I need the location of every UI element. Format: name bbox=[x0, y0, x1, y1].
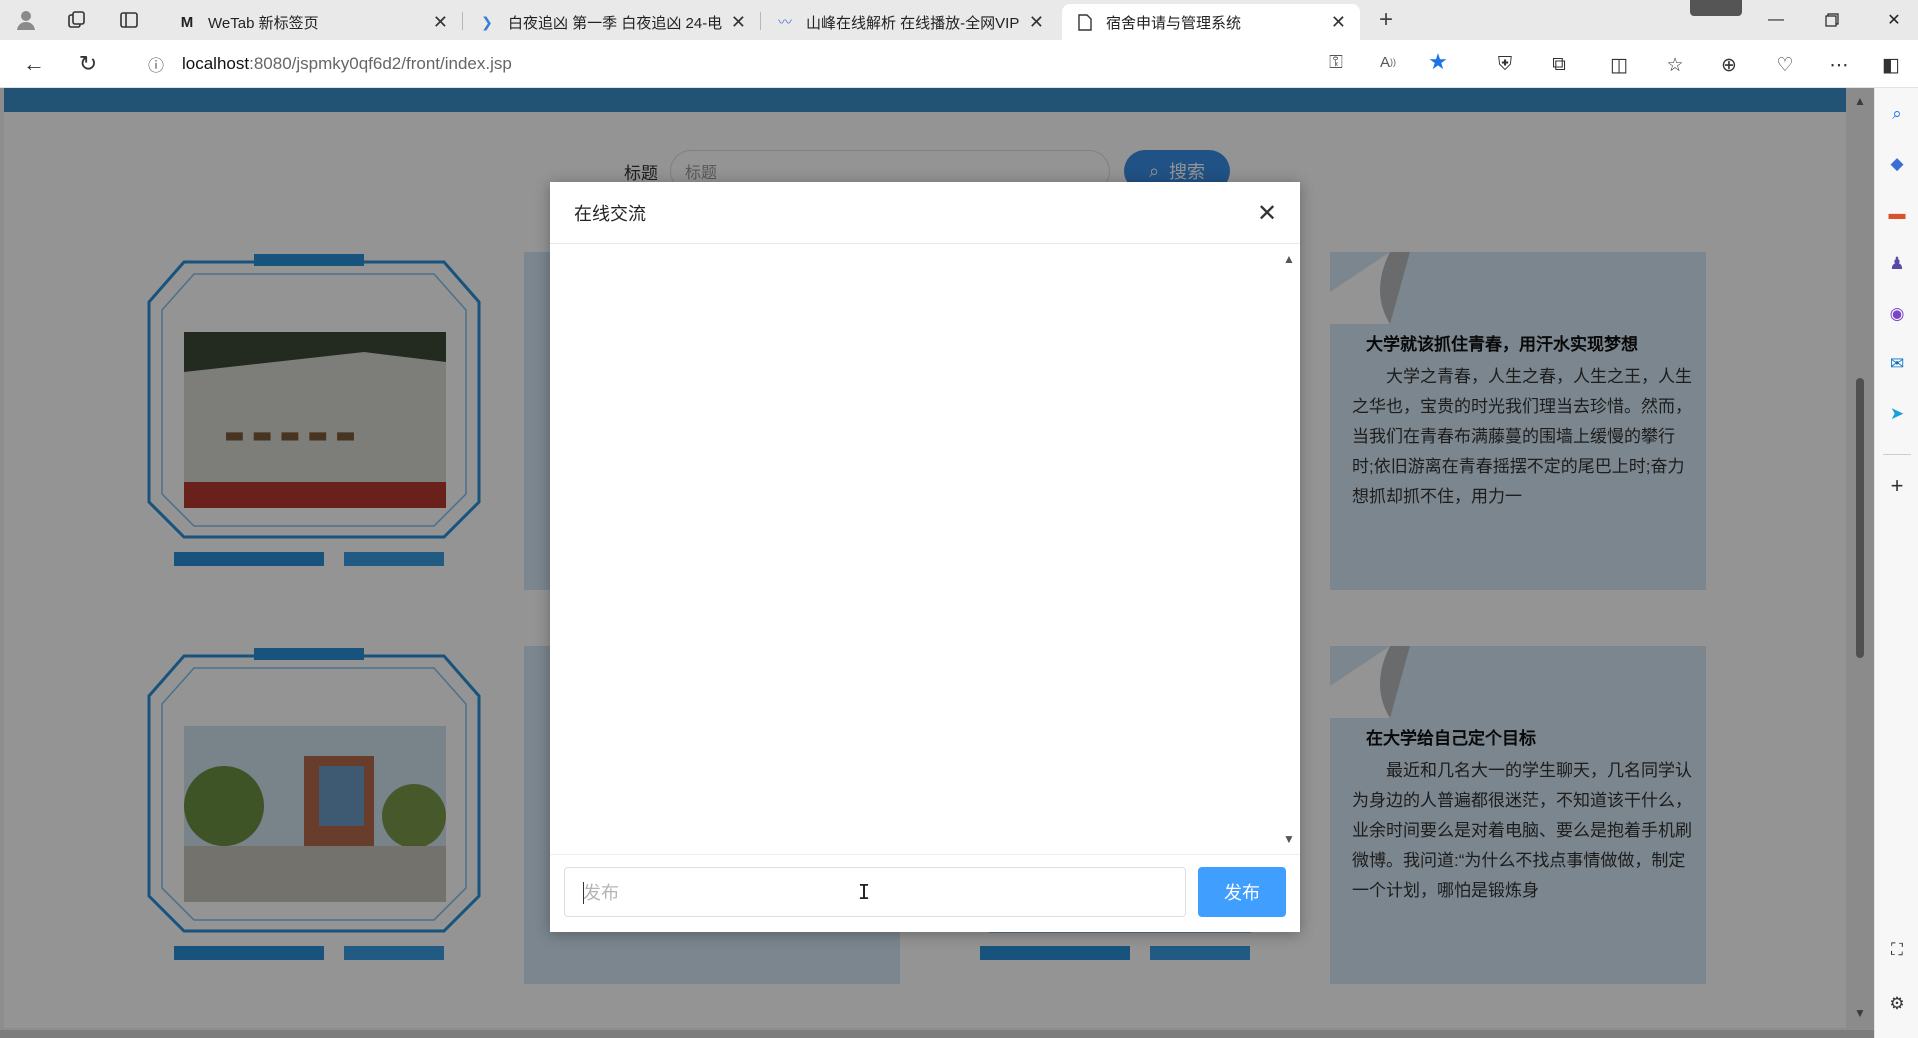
tab-actions-icon[interactable] bbox=[115, 6, 143, 34]
browser-essentials-icon[interactable]: ♡ bbox=[1770, 50, 1800, 80]
close-tab-icon[interactable]: ✕ bbox=[1331, 12, 1346, 33]
close-tab-icon[interactable]: ✕ bbox=[731, 12, 746, 33]
read-aloud-icon[interactable]: A)) bbox=[1374, 48, 1402, 76]
settings-gear-icon[interactable]: ⚙ bbox=[1883, 990, 1911, 1018]
tab-dorm-system[interactable]: 宿舍申请与管理系统 ✕ bbox=[1062, 4, 1360, 40]
info-icon[interactable]: ⓘ bbox=[148, 52, 172, 76]
add-sidebar-app-icon[interactable]: + bbox=[1883, 472, 1911, 500]
url-field[interactable]: ⓘ localhost:8080/jspmky0qf6d2/front/inde… bbox=[126, 46, 1456, 82]
page-icon bbox=[1076, 13, 1094, 31]
wetab-icon: M bbox=[180, 13, 194, 31]
shopping-tag-icon[interactable]: ◆ bbox=[1883, 150, 1911, 178]
favorite-star-icon[interactable]: ★ bbox=[1424, 48, 1452, 76]
message-scrollbar[interactable]: ▲ ▼ bbox=[1278, 244, 1300, 854]
close-tab-icon[interactable]: ✕ bbox=[433, 12, 448, 33]
scroll-up-icon[interactable]: ▲ bbox=[1283, 252, 1295, 266]
close-window-icon[interactable]: ✕ bbox=[1874, 6, 1914, 34]
screenshot-icon[interactable]: ⛶ bbox=[1883, 936, 1911, 964]
search-icon[interactable]: ⌕ bbox=[1883, 100, 1911, 128]
games-icon[interactable]: ♟ bbox=[1883, 250, 1911, 278]
minimize-icon[interactable]: — bbox=[1756, 6, 1796, 34]
browser-sidebar: ⌕ ◆ ▬ ♟ ◉ ✉ ➤ + ⛶ ⚙ bbox=[1874, 88, 1918, 1038]
key-icon[interactable]: ⚿ bbox=[1322, 48, 1350, 76]
message-input[interactable]: 发布 bbox=[564, 867, 1186, 917]
restore-icon[interactable] bbox=[1812, 6, 1852, 34]
back-icon[interactable]: ← bbox=[18, 50, 50, 78]
message-list[interactable]: ▲ ▼ bbox=[550, 244, 1300, 854]
more-menu-icon[interactable]: ⋯ bbox=[1824, 50, 1854, 80]
sidebar-toggle-icon[interactable]: ◧ bbox=[1876, 50, 1906, 80]
refresh-icon[interactable]: ↻ bbox=[72, 50, 104, 78]
profile-icon[interactable] bbox=[12, 6, 40, 34]
extension-shield-icon[interactable]: ⛨ bbox=[1490, 50, 1520, 80]
dialog-footer: 发布 发布 bbox=[550, 854, 1300, 932]
dialog-title: 在线交流 bbox=[574, 203, 646, 224]
close-tab-icon[interactable]: ✕ bbox=[1029, 12, 1044, 33]
dialog-header: 在线交流 ✕ bbox=[550, 182, 1300, 244]
mouse-ibeam-cursor: I bbox=[858, 880, 871, 904]
extensions-icon[interactable]: ⧉ bbox=[1544, 50, 1574, 80]
favorites-icon[interactable]: ☆ bbox=[1660, 50, 1690, 80]
tab-shanfeng[interactable]: 〰 山峰在线解析 在线播放-全网VIP ✕ bbox=[762, 4, 1058, 40]
collections-icon[interactable] bbox=[62, 6, 90, 34]
copilot-icon[interactable]: ◉ bbox=[1883, 300, 1911, 328]
tab-preview-thumbnail bbox=[1690, 0, 1742, 16]
scroll-down-icon[interactable]: ▼ bbox=[1283, 832, 1295, 846]
tab-bar: M WeTab 新标签页 ✕ ❯ 白夜追凶 第一季 白夜追凶 24-电 ✕ 〰 … bbox=[0, 0, 1918, 40]
text-caret bbox=[583, 882, 584, 904]
split-screen-icon[interactable]: ◫ bbox=[1604, 50, 1634, 80]
tab-wetab[interactable]: M WeTab 新标签页 ✕ bbox=[164, 4, 462, 40]
chat-dialog: 在线交流 ✕ ▲ ▼ 发布 发布 bbox=[550, 182, 1300, 932]
new-tab-icon[interactable]: + bbox=[1372, 6, 1400, 34]
tab-baiye[interactable]: ❯ 白夜追凶 第一季 白夜追凶 24-电 ✕ bbox=[464, 4, 760, 40]
site-icon: 〰 bbox=[778, 14, 792, 30]
play-icon: ❯ bbox=[481, 13, 493, 30]
tools-briefcase-icon[interactable]: ▬ bbox=[1883, 200, 1911, 228]
send-button[interactable]: 发布 bbox=[1198, 867, 1286, 917]
close-icon[interactable]: ✕ bbox=[1252, 198, 1282, 228]
send-icon[interactable]: ➤ bbox=[1883, 400, 1911, 428]
outlook-icon[interactable]: ✉ bbox=[1883, 350, 1911, 378]
collections-toolbar-icon[interactable]: ⊕ bbox=[1714, 50, 1744, 80]
